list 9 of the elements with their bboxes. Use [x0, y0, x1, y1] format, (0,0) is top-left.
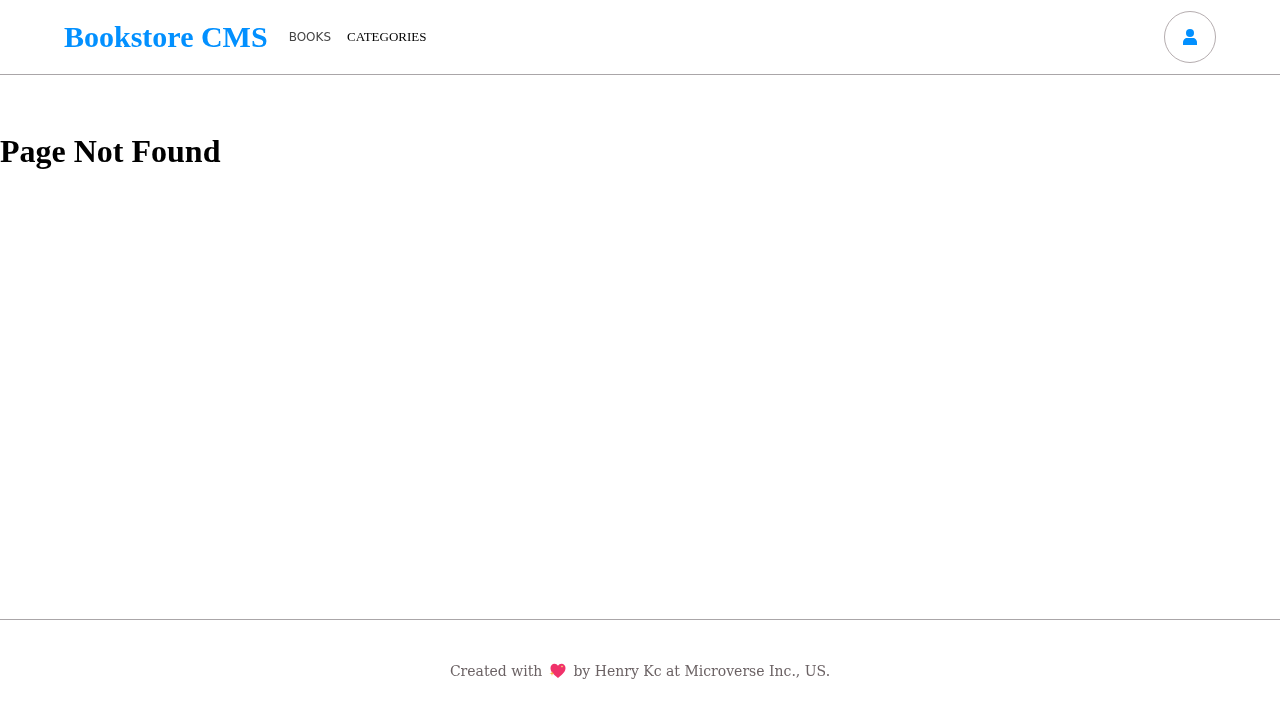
page-heading: Page Not Found — [0, 133, 221, 170]
nav-link[interactable]: BOOKS — [288, 30, 332, 44]
user-icon — [1183, 29, 1197, 45]
footer-text: by Henry Kc at Microverse Inc., US. — [573, 662, 831, 679]
logo-title: Bookstore CMS — [64, 20, 268, 54]
footer-text: Created with — [449, 662, 543, 679]
user-button[interactable] — [1164, 11, 1216, 63]
sparkling-heart-icon — [549, 663, 567, 678]
nav-link[interactable]: CATEGORIES — [347, 29, 427, 45]
